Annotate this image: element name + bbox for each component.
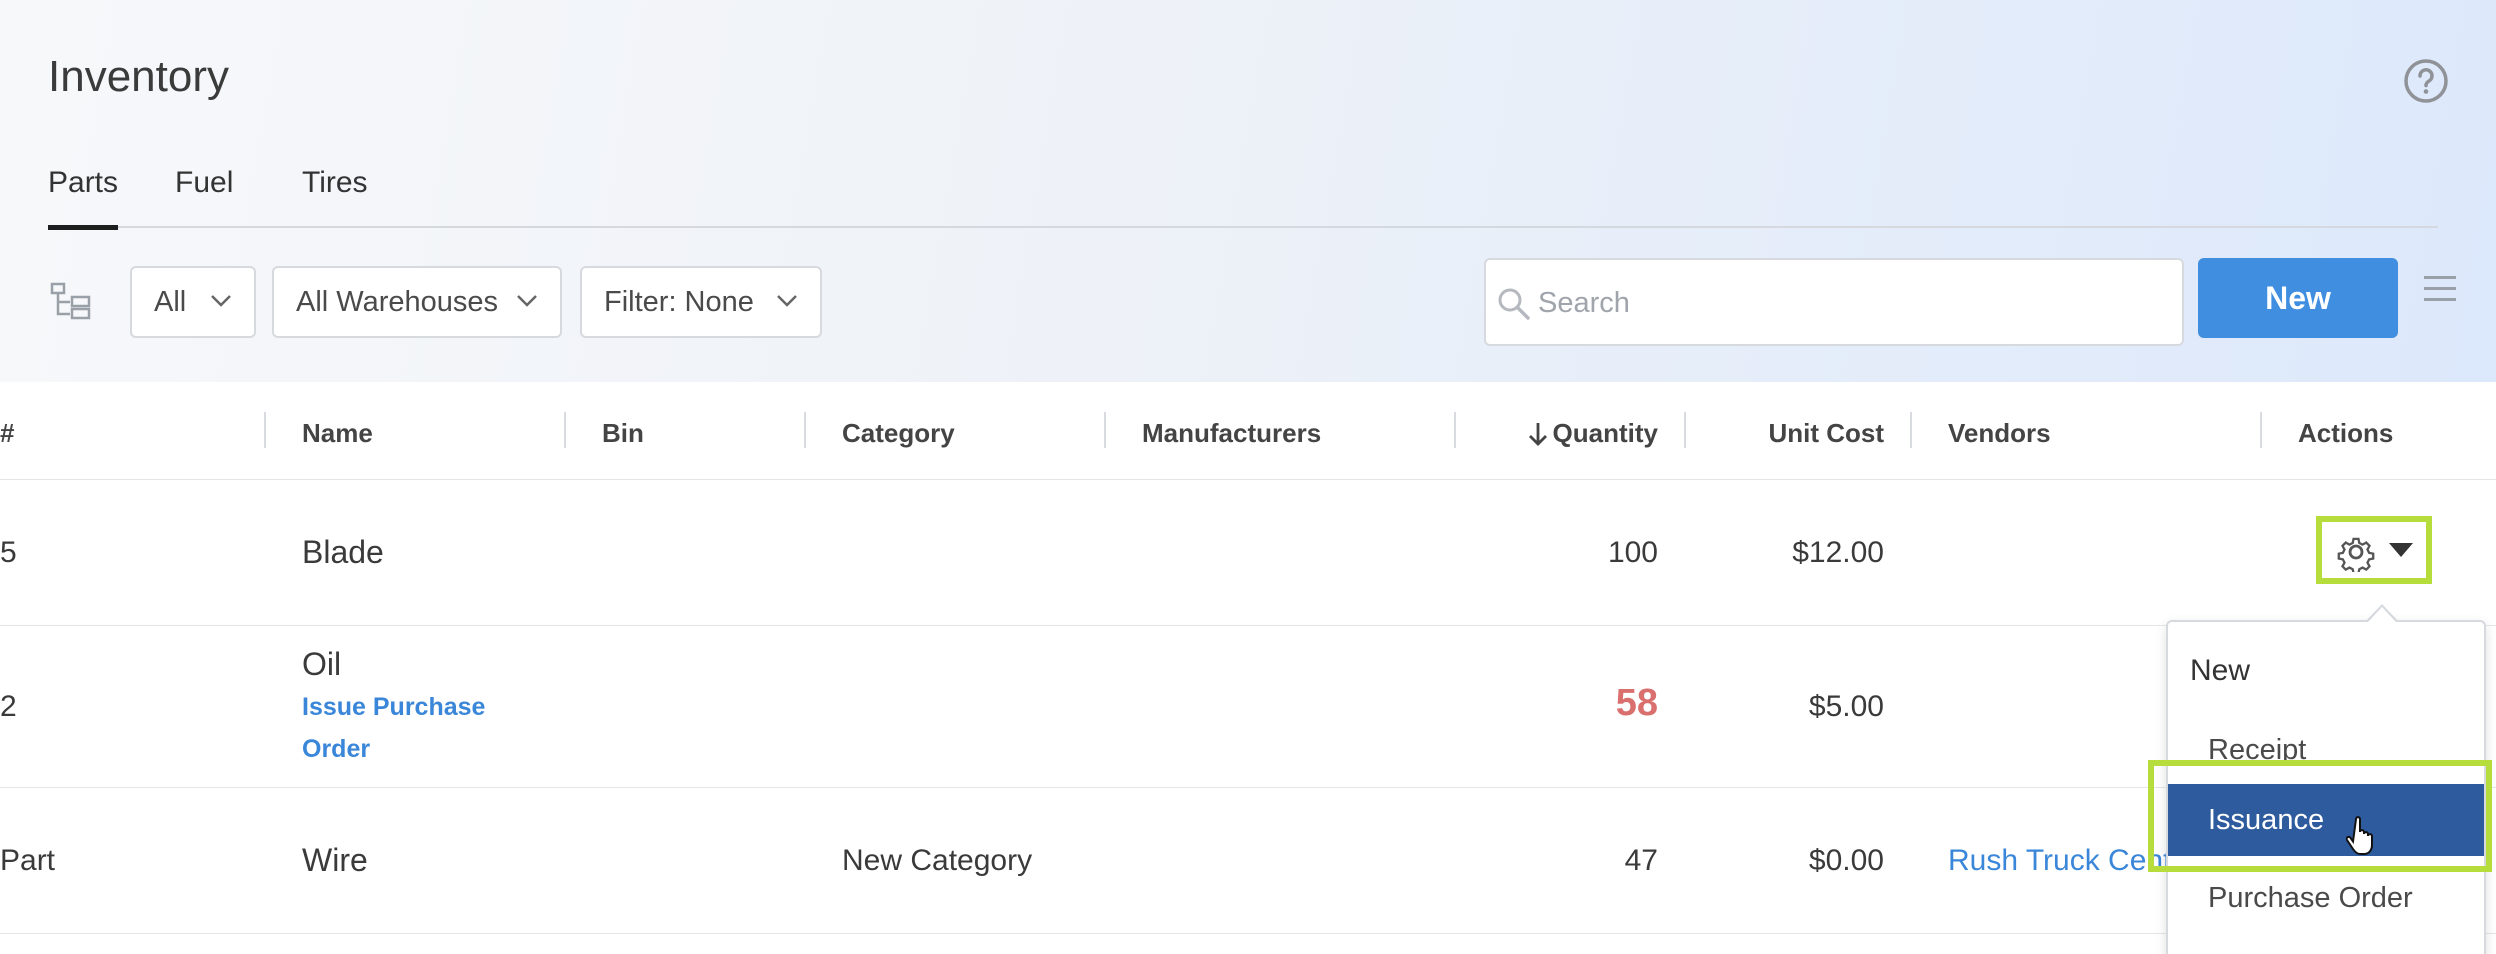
caret-down-icon	[2389, 543, 2413, 557]
tree-view-icon[interactable]	[50, 282, 92, 320]
help-icon[interactable]	[2402, 57, 2450, 105]
page-title: Inventory	[48, 52, 229, 101]
column-quantity-label: Quantity	[1552, 418, 1658, 448]
part-number: 2	[0, 690, 17, 723]
column-actions: Actions	[2298, 418, 2394, 448]
inventory-tabs: Parts Fuel Tires	[48, 160, 2438, 230]
tab-fuel[interactable]: Fuel	[175, 166, 233, 228]
column-unit-cost[interactable]: Unit Cost	[1720, 418, 1884, 449]
issue-purchase-order-link-line2: Order	[302, 735, 371, 763]
part-unit-cost: $0.00	[1808, 844, 1884, 877]
part-quantity-low: 58	[1615, 682, 1658, 724]
column-vendors[interactable]: Vendors	[1948, 418, 2051, 449]
part-name[interactable]: Oil	[302, 646, 341, 683]
issuance-highlight	[2148, 760, 2492, 872]
chevron-down-icon	[211, 295, 231, 307]
part-number: 5	[0, 536, 17, 569]
part-number: Part	[0, 844, 56, 877]
part-unit-cost: $5.00	[1808, 690, 1884, 723]
issue-purchase-order-link[interactable]: Issue Purchase Order	[302, 686, 485, 770]
column-name[interactable]: Name	[302, 418, 373, 449]
column-divider[interactable]	[1910, 412, 1912, 448]
tab-tires[interactable]: Tires	[302, 166, 368, 228]
column-quantity[interactable]: Quantity	[1514, 418, 1658, 449]
table-header: # Name Bin Category Manufacturers Quanti…	[0, 382, 2496, 480]
part-category: New Category	[842, 844, 1033, 877]
part-name[interactable]: Wire	[302, 842, 368, 879]
column-manufacturers[interactable]: Manufacturers	[1142, 418, 1321, 449]
column-divider[interactable]	[1104, 412, 1106, 448]
column-divider[interactable]	[804, 412, 806, 448]
hand-cursor-icon	[2346, 816, 2373, 855]
table-row[interactable]: 5 Blade 100 $12.00	[0, 480, 2496, 626]
hamburger-menu-icon[interactable]	[2424, 274, 2456, 304]
new-part-button[interactable]: New	[2198, 258, 2398, 338]
table-row[interactable]: 2 Oil Issue Purchase Order 58 $5.00	[0, 626, 2496, 788]
warehouse-filter-label: All Warehouses	[296, 285, 499, 318]
search-input[interactable]	[1538, 280, 2138, 326]
menu-item-purchase-order[interactable]: Purchase Order	[2168, 862, 2484, 934]
popover-arrow-fill	[2368, 607, 2396, 622]
row-actions-button[interactable]	[2316, 516, 2432, 584]
part-quantity: 100	[1607, 536, 1658, 569]
column-divider[interactable]	[264, 412, 266, 448]
gear-icon	[2337, 537, 2375, 572]
warehouse-filter-dropdown[interactable]: All Warehouses	[272, 266, 562, 338]
column-divider[interactable]	[564, 412, 566, 448]
chevron-down-icon	[777, 295, 797, 307]
column-divider[interactable]	[1684, 412, 1686, 448]
search-box	[1484, 258, 2184, 346]
sort-down-arrow-icon	[1528, 422, 1547, 446]
type-filter-label: All	[154, 285, 187, 318]
issue-purchase-order-link-line1: Issue Purchase	[302, 693, 486, 721]
chevron-down-icon	[517, 295, 537, 307]
search-icon	[1498, 288, 1530, 320]
column-number[interactable]: #	[0, 418, 14, 449]
type-filter-dropdown[interactable]: All	[130, 266, 256, 338]
column-divider[interactable]	[2260, 412, 2262, 448]
column-bin[interactable]: Bin	[602, 418, 644, 449]
part-unit-cost: $12.00	[1792, 536, 1884, 569]
menu-header: New	[2190, 654, 2251, 687]
part-quantity: 47	[1624, 844, 1658, 877]
table-row[interactable]: Part Wire New Category 47 $0.00 Rush Tru…	[0, 788, 2496, 934]
custom-filter-label: Filter: None	[604, 285, 754, 318]
column-divider[interactable]	[1454, 412, 1456, 448]
custom-filter-dropdown[interactable]: Filter: None	[580, 266, 822, 338]
column-category[interactable]: Category	[842, 418, 955, 449]
part-name[interactable]: Blade	[302, 534, 384, 571]
tab-parts[interactable]: Parts	[48, 166, 119, 230]
